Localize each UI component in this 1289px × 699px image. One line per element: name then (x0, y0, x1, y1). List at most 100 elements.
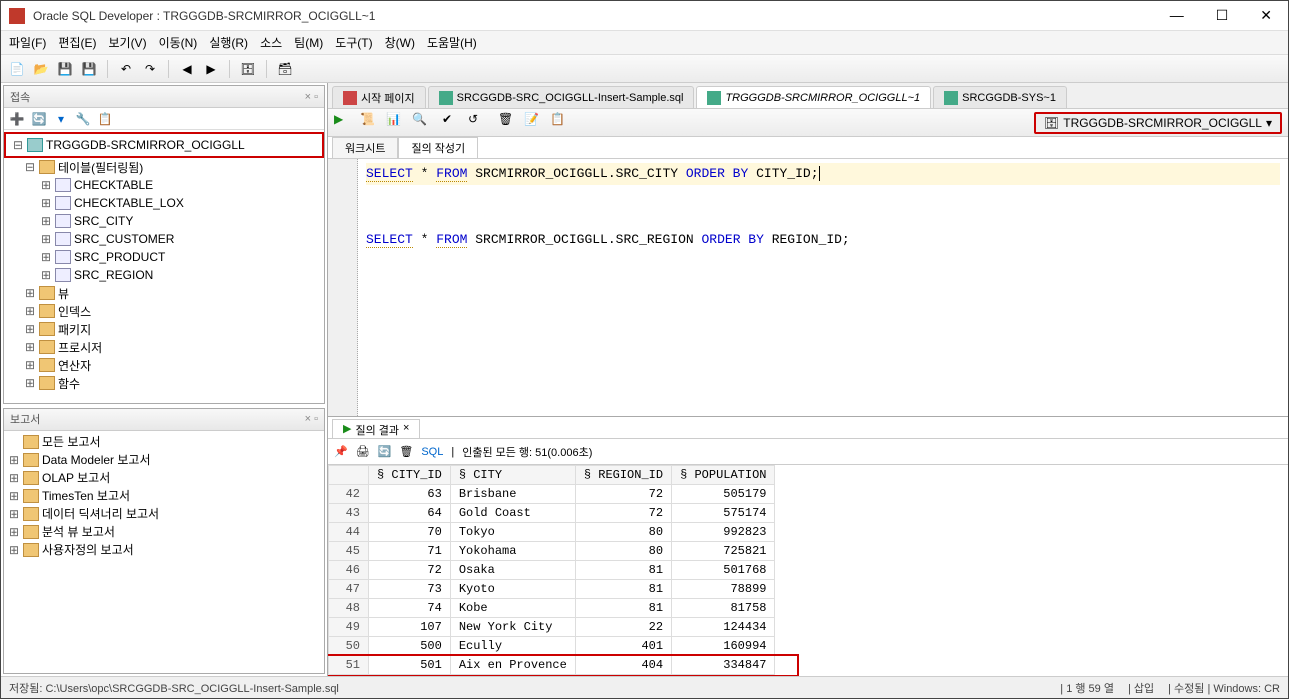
format-icon[interactable]: 📝 (524, 112, 546, 134)
undo-icon[interactable]: ↶ (116, 59, 136, 79)
tree-row[interactable]: ⊞인덱스 (4, 302, 324, 320)
maximize-button[interactable]: ☐ (1208, 7, 1237, 24)
col-header[interactable]: § CITY_ID (369, 466, 451, 485)
tree-row[interactable]: ⊞CHECKTABLE (4, 176, 324, 194)
tab-close-icon[interactable]: × (403, 422, 409, 436)
commit-icon[interactable]: ✔ (442, 112, 464, 134)
new-icon[interactable]: 📄 (7, 59, 27, 79)
editor-tab[interactable]: SRCGGDB-SYS~1 (933, 86, 1067, 108)
menu-item[interactable]: 도움말(H) (427, 34, 477, 51)
pin-icon[interactable]: 📌 (334, 445, 348, 458)
editor-tabs[interactable]: 시작 페이지SRCGGDB-SRC_OCIGGLL-Insert-Sample.… (328, 83, 1288, 109)
table-row[interactable]: 51501Aix en Provence404334847 (329, 656, 775, 675)
table-row[interactable]: 4773Kyoto8178899 (329, 580, 775, 599)
history-icon[interactable]: 📋 (550, 112, 572, 134)
back-icon[interactable]: ◀ (177, 59, 197, 79)
menu-item[interactable]: 이동(N) (159, 34, 198, 51)
menu-item[interactable]: 도구(T) (335, 34, 372, 51)
sql-link[interactable]: SQL (421, 446, 443, 458)
titlebar: Oracle SQL Developer : TRGGGDB-SRCMIRROR… (1, 1, 1288, 31)
sql-code[interactable]: SELECT * FROM SRCMIRROR_OCIGGLL.SRC_CITY… (358, 159, 1288, 416)
panel-close-icon[interactable]: × ▫ (305, 91, 318, 103)
tree-row[interactable]: ⊞분석 뷰 보고서 (4, 523, 324, 541)
refresh-conn-icon[interactable]: 🔄 (30, 110, 48, 128)
tree-row[interactable]: ⊞SRC_CITY (4, 212, 324, 230)
explain-icon[interactable]: 📊 (386, 112, 408, 134)
result-tab[interactable]: ▶ 질의 결과 × (332, 419, 420, 438)
tree-row[interactable]: ⊞SRC_REGION (4, 266, 324, 284)
close-button[interactable]: ✕ (1252, 7, 1280, 24)
tree-row[interactable]: ⊞사용자정의 보고서 (4, 541, 324, 559)
panel-close-icon[interactable]: × ▫ (305, 413, 318, 425)
run-script-icon[interactable]: 📜 (360, 112, 382, 134)
tree-row[interactable]: ⊞SRC_CUSTOMER (4, 230, 324, 248)
menu-item[interactable]: 편집(E) (58, 34, 96, 51)
reports-tree[interactable]: 모든 보고서⊞Data Modeler 보고서⊞OLAP 보고서⊞TimesTe… (4, 431, 324, 673)
menu-item[interactable]: 팀(M) (294, 34, 323, 51)
table-row[interactable]: 4364Gold Coast72575174 (329, 504, 775, 523)
worksheet-subtabs[interactable]: 워크시트 질의 작성기 (328, 137, 1288, 159)
tree-row[interactable]: ⊞연산자 (4, 356, 324, 374)
filter-icon[interactable]: ▾ (52, 110, 70, 128)
save-all-icon[interactable]: 💾 (79, 59, 99, 79)
sql-icon[interactable]: 🗄 (238, 59, 258, 79)
run-icon[interactable]: ▶ (334, 112, 356, 134)
tool2-icon[interactable]: 📋 (96, 110, 114, 128)
minimize-button[interactable]: — (1162, 7, 1192, 24)
save-icon[interactable]: 💾 (55, 59, 75, 79)
tree-row[interactable]: ⊞Data Modeler 보고서 (4, 451, 324, 469)
menu-item[interactable]: 창(W) (385, 34, 415, 51)
menubar[interactable]: 파일(F) 편집(E) 보기(V) 이동(N) 실행(R) 소스 팀(M) 도구(T) 창(W)… (1, 31, 1288, 55)
menu-item[interactable]: 실행(R) (209, 34, 248, 51)
tree-row[interactable]: ⊞프로시저 (4, 338, 324, 356)
delete-icon[interactable]: 🗑 (399, 445, 413, 458)
results-grid[interactable]: § CITY_ID§ CITY§ REGION_ID§ POPULATION42… (328, 465, 1288, 676)
add-connection-icon[interactable]: ➕ (8, 110, 26, 128)
menu-item[interactable]: 파일(F) (9, 34, 46, 51)
tree-row[interactable]: ⊞TimesTen 보고서 (4, 487, 324, 505)
table-row[interactable]: 4874Kobe8181758 (329, 599, 775, 618)
tree-row[interactable]: ⊞뷰 (4, 284, 324, 302)
reports-title: 보고서 (10, 411, 40, 427)
subtab-querybuilder[interactable]: 질의 작성기 (398, 137, 478, 158)
table-row[interactable]: 4571Yokohama80725821 (329, 542, 775, 561)
editor-tab[interactable]: TRGGGDB-SRCMIRROR_OCIGGLL~1 (696, 86, 931, 108)
rollback-icon[interactable]: ↺ (468, 112, 490, 134)
connection-dropdown[interactable]: 🗄 TRGGGDB-SRCMIRROR_OCIGGLL ▾ (1034, 112, 1282, 134)
menu-item[interactable]: 보기(V) (108, 34, 146, 51)
tree-row[interactable]: 모든 보고서 (4, 433, 324, 451)
subtab-worksheet[interactable]: 워크시트 (332, 137, 398, 158)
tree-row[interactable]: ⊞데이터 딕셔너리 보고서 (4, 505, 324, 523)
redo-icon[interactable]: ↷ (140, 59, 160, 79)
table-row[interactable]: 49107New York City22124434 (329, 618, 775, 637)
tree-row[interactable]: ⊞SRC_PRODUCT (4, 248, 324, 266)
menu-item[interactable]: 소스 (260, 34, 282, 51)
clear-icon[interactable]: 🗑 (498, 112, 520, 134)
editor-tab[interactable]: SRCGGDB-SRC_OCIGGLL-Insert-Sample.sql (428, 86, 695, 108)
tree-row[interactable]: ⊞함수 (4, 374, 324, 392)
table-row[interactable]: 4263Brisbane72505179 (329, 485, 775, 504)
tree-row[interactable]: ⊞CHECKTABLE_LOX (4, 194, 324, 212)
table-row[interactable]: 4672Osaka81501768 (329, 561, 775, 580)
tree-row[interactable]: ⊞패키지 (4, 320, 324, 338)
tree-row[interactable]: ⊞OLAP 보고서 (4, 469, 324, 487)
results-tabs[interactable]: ▶ 질의 결과 × (328, 417, 1288, 439)
print-icon[interactable]: 🖨 (356, 445, 370, 458)
connections-tree[interactable]: ⊟TRGGGDB-SRCMIRROR_OCIGGLL⊟테이블(필터링됨)⊞CHE… (4, 130, 324, 403)
sql-worksheet[interactable]: SELECT * FROM SRCMIRROR_OCIGGLL.SRC_CITY… (328, 159, 1288, 416)
col-header[interactable] (329, 466, 369, 485)
col-header[interactable]: § REGION_ID (575, 466, 671, 485)
autotrace-icon[interactable]: 🔍 (412, 112, 434, 134)
forward-icon[interactable]: ▶ (201, 59, 221, 79)
tree-row[interactable]: ⊟TRGGGDB-SRCMIRROR_OCIGGLL (8, 136, 320, 154)
table-row[interactable]: 4470Tokyo80992823 (329, 523, 775, 542)
refresh-icon[interactable]: 🔄 (378, 445, 392, 458)
open-icon[interactable]: 📂 (31, 59, 51, 79)
tool-icon[interactable]: 🔧 (74, 110, 92, 128)
col-header[interactable]: § POPULATION (672, 466, 775, 485)
table-row[interactable]: 50500Ecully401160994 (329, 637, 775, 656)
col-header[interactable]: § CITY (450, 466, 575, 485)
editor-tab[interactable]: 시작 페이지 (332, 86, 426, 108)
tree-row[interactable]: ⊟테이블(필터링됨) (4, 158, 324, 176)
db-icon[interactable]: 🗃 (275, 59, 295, 79)
